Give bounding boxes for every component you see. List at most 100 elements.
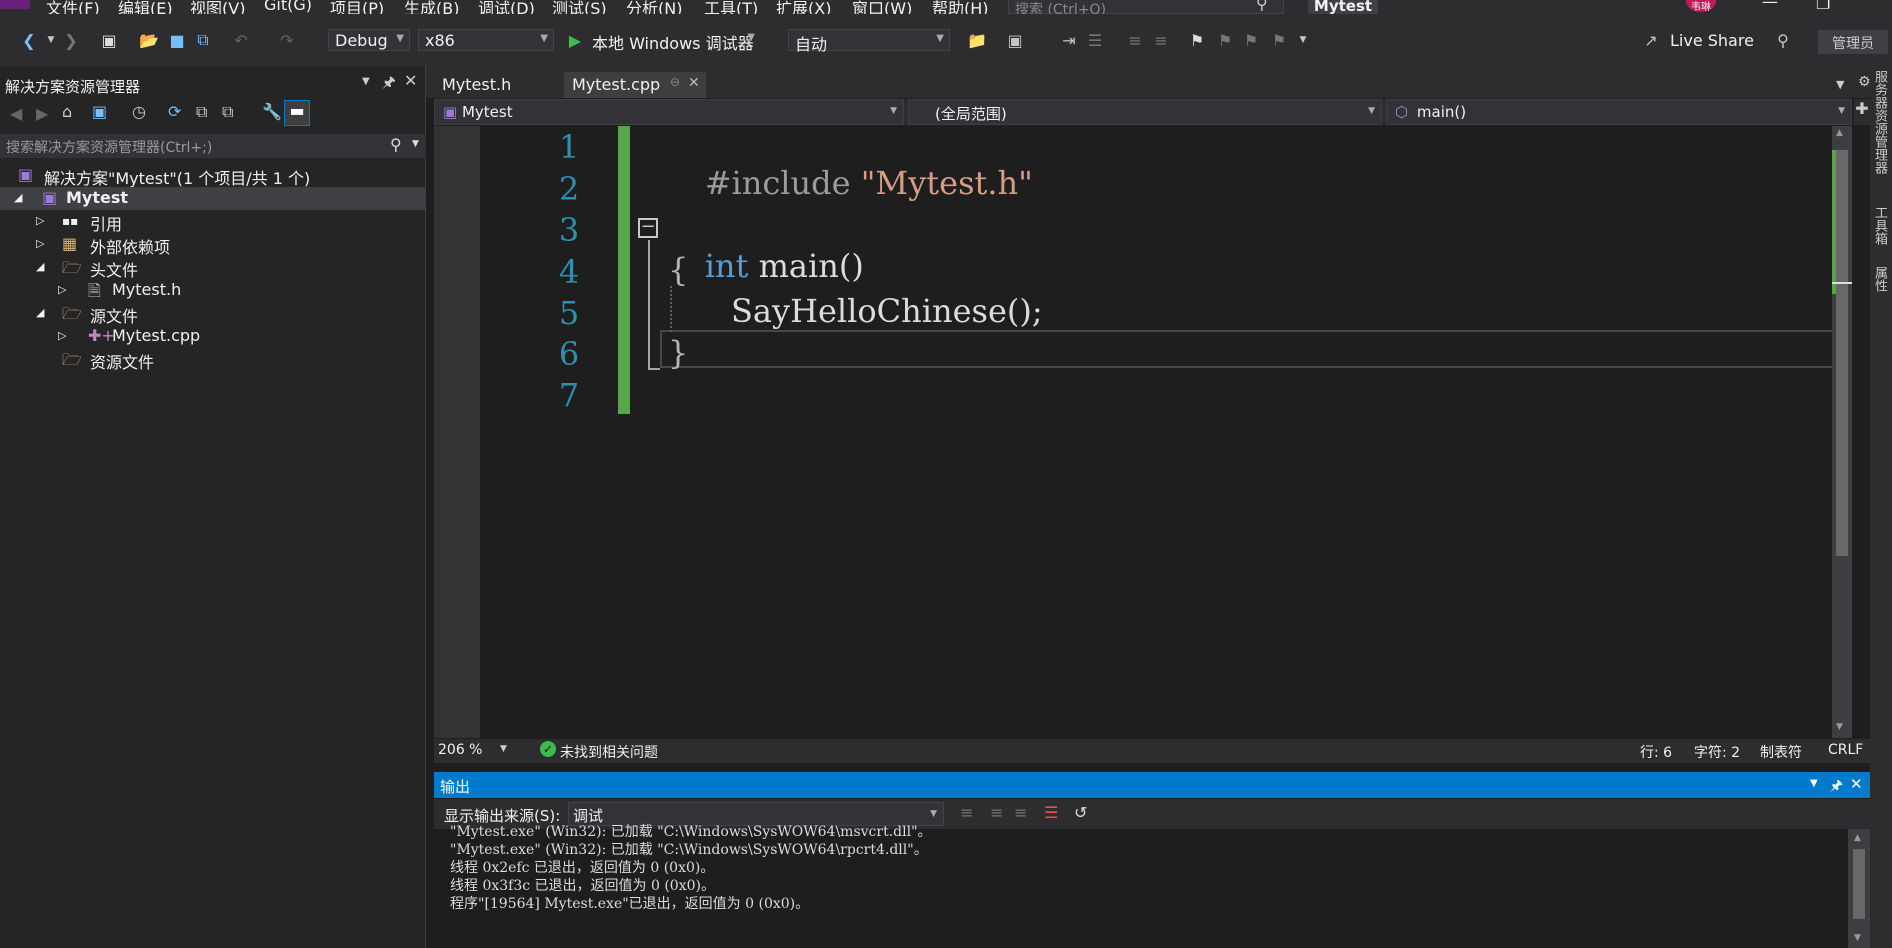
tab-mytest-cpp[interactable]: Mytest.cpp ⊖ ✕ [564,72,706,98]
scope-select[interactable]: (全局范围) ▼ [908,99,1382,125]
outdent-icon[interactable]: ≡ [1150,29,1172,51]
next-message-icon[interactable]: ≡ [1014,803,1027,822]
scroll-up-icon[interactable]: ▲ [1854,833,1861,843]
menu-debug[interactable]: 调试(D) [478,0,535,14]
menu-project[interactable]: 项目(P) [330,0,384,14]
menu-edit[interactable]: 编辑(E) [118,0,173,14]
avatar[interactable]: 韦琳 [1686,0,1716,13]
switch-view-icon[interactable]: ▣ [92,102,107,121]
scrollbar-thumb[interactable] [1836,150,1848,556]
feedback-icon[interactable]: ⚲ [1772,29,1794,51]
close-icon[interactable]: ✕ [688,75,700,91]
tree-item-project[interactable]: ◢ ▣ Mytest [0,187,426,210]
clear-all-icon[interactable]: ☰ [1044,803,1058,822]
minimize-icon[interactable]: — [1762,0,1778,11]
properties-tab[interactable]: 属性 [1872,266,1889,292]
tab-list-icon[interactable]: ▼ [1836,78,1844,91]
chevron-down-icon[interactable]: ▼ [362,76,370,87]
line-indicator[interactable]: 行: 6 [1640,742,1672,762]
collapsed-arrow-icon[interactable]: ▷ [36,237,44,250]
back-icon[interactable]: ❮ [18,29,40,51]
collapse-icon[interactable]: − [638,218,658,238]
collapse-all-icon[interactable]: ⧉ [196,102,207,122]
find-in-files-icon[interactable]: 📁 [966,29,988,51]
pin-icon[interactable]: 🖈 [382,72,396,97]
scroll-down-icon[interactable]: ▼ [1836,722,1843,732]
project-select[interactable]: ▣ Mytest ▼ [434,99,904,125]
pin-icon[interactable]: 🖈 [1830,775,1843,799]
prev-message-icon[interactable]: ≡ [990,803,1003,822]
save-icon[interactable]: ■ [166,29,188,51]
forward-icon[interactable]: ❯ [60,29,82,51]
restore-icon[interactable]: ❐ [1816,0,1830,13]
chevron-down-icon[interactable]: ▼ [500,744,507,754]
menu-file[interactable]: 文件(F) [46,0,100,14]
close-icon[interactable]: ✕ [1850,775,1863,793]
server-explorer-tab[interactable]: 服务器资源管理器 [1872,70,1889,174]
tree-item-external-deps[interactable]: ▷ ▦ 外部依赖项 [0,233,426,257]
preview-icon[interactable]: ▬ [284,100,310,126]
prev-bookmark-icon[interactable]: ⚑ [1214,29,1236,51]
tree-item-resource-files[interactable]: 🗁 资源文件 [0,348,426,372]
eol-indicator[interactable]: CRLF [1828,742,1863,758]
toolbar-overflow-icon[interactable]: ▼ [1292,29,1314,51]
scroll-down-icon[interactable]: ▼ [1854,933,1861,943]
tree-item-references[interactable]: ▷ ▪▪ 引用 [0,210,426,234]
format-icon[interactable]: ☰ [1084,29,1106,51]
play-icon[interactable]: ▶ [564,29,586,51]
menu-help[interactable]: 帮助(H) [932,0,989,14]
tree-item-mytest-cpp[interactable]: ▷ ✚+ Mytest.cpp [0,325,426,348]
pending-changes-icon[interactable]: ◷ [132,102,146,121]
pin-icon[interactable]: ⊖ [670,75,680,89]
find-message-icon[interactable]: ≡ [960,803,973,822]
word-wrap-icon[interactable]: ↺ [1074,803,1087,822]
vertical-scrollbar[interactable]: ▲ ▼ [1832,126,1852,738]
live-share-button[interactable]: Live Share [1670,31,1754,50]
explorer-search-input[interactable]: 搜索解决方案资源管理器(Ctrl+;) ⚲ ▼ [0,134,426,158]
platform-select[interactable]: x86 ▼ [418,29,554,51]
code-editor[interactable]: 1 2 3 4 5 6 7 − #include "Mytest.h" int … [434,126,1852,738]
start-debugger-button[interactable]: 本地 Windows 调试器 ▼ [586,29,760,53]
toolbox-tab[interactable]: 工具箱 [1872,206,1889,245]
next-bookmark-icon[interactable]: ⚑ [1240,29,1262,51]
menu-extensions[interactable]: 扩展(X) [776,0,831,14]
screenshot-icon[interactable]: ▣ [1004,29,1026,51]
menu-window[interactable]: 窗口(W) [852,0,912,14]
menu-view[interactable]: 视图(V) [190,0,245,14]
menu-tools[interactable]: 工具(T) [704,0,758,14]
output-scrollbar[interactable]: ▲ ▼ [1848,829,1870,948]
tree-item-mytest-h[interactable]: ▷ 🗎 Mytest.h [0,279,426,302]
scrollbar-thumb[interactable] [1853,849,1865,919]
back-dropdown-icon[interactable]: ▼ [40,29,62,51]
split-editor-icon[interactable]: ✚ [1854,99,1870,125]
show-all-files-icon[interactable]: ⧉ [222,102,233,122]
char-indicator[interactable]: 字符: 2 [1694,742,1740,762]
collapsed-arrow-icon[interactable]: ▷ [58,283,66,296]
menu-analyze[interactable]: 分析(N) [626,0,682,14]
collapsed-arrow-icon[interactable]: ▷ [36,214,44,227]
refresh-icon[interactable]: ⟳ [168,102,181,121]
member-select[interactable]: ⬡ main() ▼ [1386,99,1852,125]
collapsed-arrow-icon[interactable]: ▷ [58,329,66,342]
bookmark-icon[interactable]: ⚑ [1186,29,1208,51]
gear-icon[interactable]: ⚙ [1858,74,1871,90]
forward-icon[interactable]: ▶ [36,104,48,123]
open-folder-icon[interactable]: 📂 [138,29,160,51]
menu-git[interactable]: Git(G) [264,0,312,14]
menu-build[interactable]: 生成(B) [404,0,459,14]
expanded-arrow-icon[interactable]: ◢ [36,260,44,273]
indent-icon[interactable]: ≡ [1124,29,1146,51]
zoom-level[interactable]: 206 % [438,742,482,758]
menu-test[interactable]: 测试(S) [552,0,607,14]
chevron-down-icon[interactable]: ▼ [412,139,419,149]
tree-item-solution[interactable]: ▣ 解决方案"Mytest"(1 个项目/共 1 个) [0,164,426,188]
tabs-indicator[interactable]: 制表符 [1760,742,1802,762]
new-project-icon[interactable]: ▣ [98,29,120,51]
chevron-down-icon[interactable]: ▼ [1810,778,1818,789]
step-icon[interactable]: ⇥ [1058,29,1080,51]
close-icon[interactable]: ✕ [404,71,417,90]
expanded-arrow-icon[interactable]: ◢ [14,191,22,204]
solution-config-select[interactable]: 自动 ▼ [788,29,950,54]
save-all-icon[interactable]: ⧉ [192,29,214,51]
back-icon[interactable]: ◀ [10,104,22,123]
